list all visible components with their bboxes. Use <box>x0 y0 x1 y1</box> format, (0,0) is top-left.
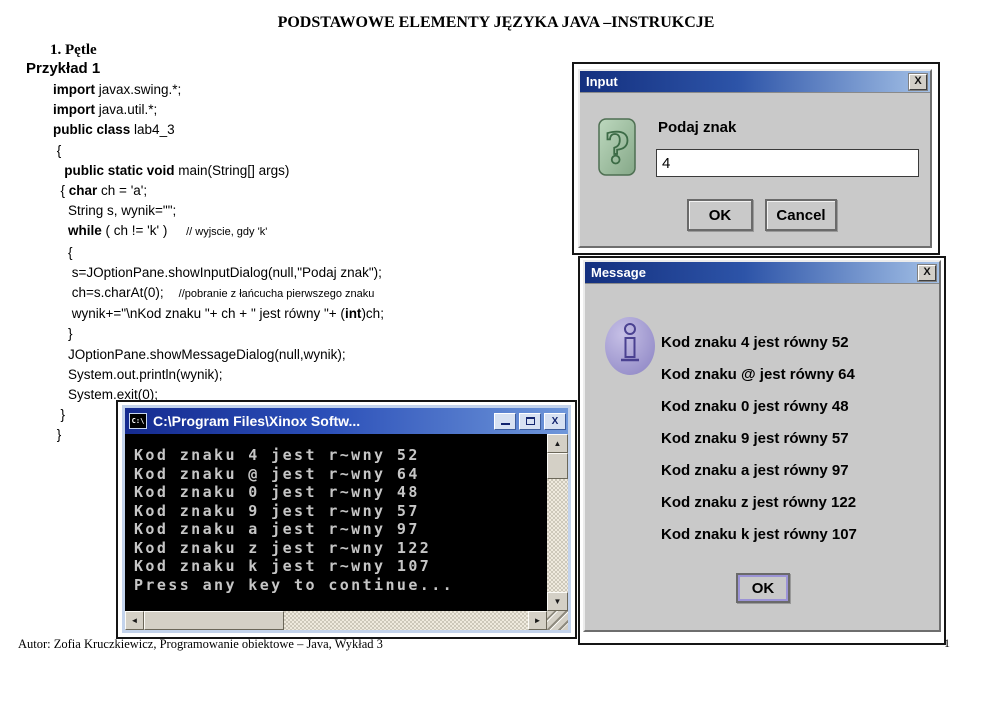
example-heading: Przykład 1 <box>26 60 100 77</box>
input-dialog: Input X ? Podaj znak OK Cancel <box>578 69 932 248</box>
svg-text:?: ? <box>605 124 630 173</box>
console-close-button[interactable]: X <box>544 413 566 430</box>
input-cancel-button[interactable]: Cancel <box>765 199 837 231</box>
console-line: Kod znaku z jest r~wny 122 <box>134 539 547 558</box>
horizontal-scroll-track[interactable] <box>284 611 528 630</box>
maximize-icon <box>526 417 535 425</box>
message-dialog-screenshot-frame: Message X Kod znaku 4 jest równy 52Kod z… <box>578 256 946 645</box>
code-line: public static void main(String[] args) <box>53 161 384 181</box>
message-dialog-titlebar[interactable]: Message X <box>585 262 939 284</box>
console-title: C:\Program Files\Xinox Softw... <box>147 413 491 429</box>
message-line: Kod znaku 4 jest równy 52 <box>661 334 857 366</box>
code-line: ch=s.charAt(0); //pobranie z łańcucha pi… <box>53 283 384 304</box>
vertical-scroll-track[interactable] <box>547 479 568 592</box>
message-line: Kod znaku 9 jest równy 57 <box>661 430 857 462</box>
scroll-down-button[interactable]: ▼ <box>547 592 568 611</box>
message-line: Kod znaku @ jest równy 64 <box>661 366 857 398</box>
horizontal-scroll-thumb[interactable] <box>144 611 284 630</box>
scroll-left-button[interactable]: ◄ <box>125 611 144 630</box>
scroll-up-button[interactable]: ▲ <box>547 434 568 453</box>
minimize-icon <box>501 417 510 425</box>
horizontal-scrollbar[interactable]: ◄ ► <box>125 611 547 630</box>
question-icon: ? <box>598 118 636 176</box>
code-line: System.out.println(wynik); <box>53 365 384 385</box>
code-line: s=JOptionPane.showInputDialog(null,"Poda… <box>53 263 384 283</box>
message-dialog: Message X Kod znaku 4 jest równy 52Kod z… <box>583 260 941 632</box>
message-text-block: Kod znaku 4 jest równy 52Kod znaku @ jes… <box>661 334 857 558</box>
page-number: 1 <box>944 636 950 651</box>
message-dialog-close-button[interactable]: X <box>918 265 936 281</box>
code-line: public class lab4_3 <box>53 120 384 140</box>
vertical-scroll-thumb[interactable] <box>547 453 568 479</box>
java-code-block: import javax.swing.*;import java.util.*;… <box>53 80 384 446</box>
page-title: PODSTAWOWE ELEMENTY JĘZYKA JAVA –INSTRUK… <box>0 14 992 32</box>
code-line: while ( ch != 'k' ) // wyjscie, gdy 'k' <box>53 221 384 242</box>
code-line: import java.util.*; <box>53 100 384 120</box>
input-ok-button[interactable]: OK <box>687 199 753 231</box>
input-dialog-close-button[interactable]: X <box>909 74 927 90</box>
input-prompt-label: Podaj znak <box>658 119 736 136</box>
console-client-area: Kod znaku 4 jest r~wny 52Kod znaku @ jes… <box>125 434 568 630</box>
message-line: Kod znaku z jest równy 122 <box>661 494 857 526</box>
console-line: Kod znaku a jest r~wny 97 <box>134 520 547 539</box>
vertical-scrollbar[interactable]: ▲ ▼ <box>547 434 568 611</box>
input-dialog-screenshot-frame: Input X ? Podaj znak OK Cancel <box>572 62 940 255</box>
console-screenshot-frame: C:\ C:\Program Files\Xinox Softw... X Ko… <box>116 400 577 639</box>
message-line: Kod znaku k jest równy 107 <box>661 526 857 558</box>
resize-grip[interactable] <box>547 611 568 630</box>
code-line: JOptionPane.showMessageDialog(null,wynik… <box>53 345 384 365</box>
code-line: { <box>53 141 384 161</box>
input-dialog-titlebar[interactable]: Input X <box>580 71 930 93</box>
section-heading: 1. Pętle <box>50 42 97 59</box>
footer-author: Autor: Zofia Kruczkiewicz, Programowanie… <box>18 637 383 652</box>
code-line: { <box>53 243 384 263</box>
console-titlebar[interactable]: C:\ C:\Program Files\Xinox Softw... X <box>125 408 568 434</box>
console-minimize-button[interactable] <box>494 413 516 430</box>
info-icon <box>604 316 656 376</box>
code-line: } <box>53 324 384 344</box>
console-window: C:\ C:\Program Files\Xinox Softw... X Ko… <box>122 405 571 633</box>
console-line: Kod znaku @ jest r~wny 64 <box>134 465 547 484</box>
message-line: Kod znaku a jest równy 97 <box>661 462 857 494</box>
message-ok-button[interactable]: OK <box>736 573 790 603</box>
message-line: Kod znaku 0 jest równy 48 <box>661 398 857 430</box>
console-app-icon: C:\ <box>129 413 147 429</box>
console-line: Kod znaku 0 jest r~wny 48 <box>134 483 547 502</box>
slide-page: PODSTAWOWE ELEMENTY JĘZYKA JAVA –INSTRUK… <box>0 0 992 701</box>
console-line: Kod znaku 4 jest r~wny 52 <box>134 446 547 465</box>
char-input-field[interactable] <box>656 149 919 177</box>
input-dialog-title: Input <box>586 74 909 89</box>
code-line: import javax.swing.*; <box>53 80 384 100</box>
code-line: String s, wynik=""; <box>53 201 384 221</box>
console-maximize-button[interactable] <box>519 413 541 430</box>
console-line: Kod znaku 9 jest r~wny 57 <box>134 502 547 521</box>
console-output: Kod znaku 4 jest r~wny 52Kod znaku @ jes… <box>125 434 547 611</box>
console-line: Press any key to continue... <box>134 576 547 595</box>
code-line: { char ch = 'a'; <box>53 181 384 201</box>
scroll-right-button[interactable]: ► <box>528 611 547 630</box>
message-dialog-title: Message <box>591 265 918 280</box>
code-line: wynik+="\nKod znaku "+ ch + " jest równy… <box>53 304 384 324</box>
console-line: Kod znaku k jest r~wny 107 <box>134 557 547 576</box>
